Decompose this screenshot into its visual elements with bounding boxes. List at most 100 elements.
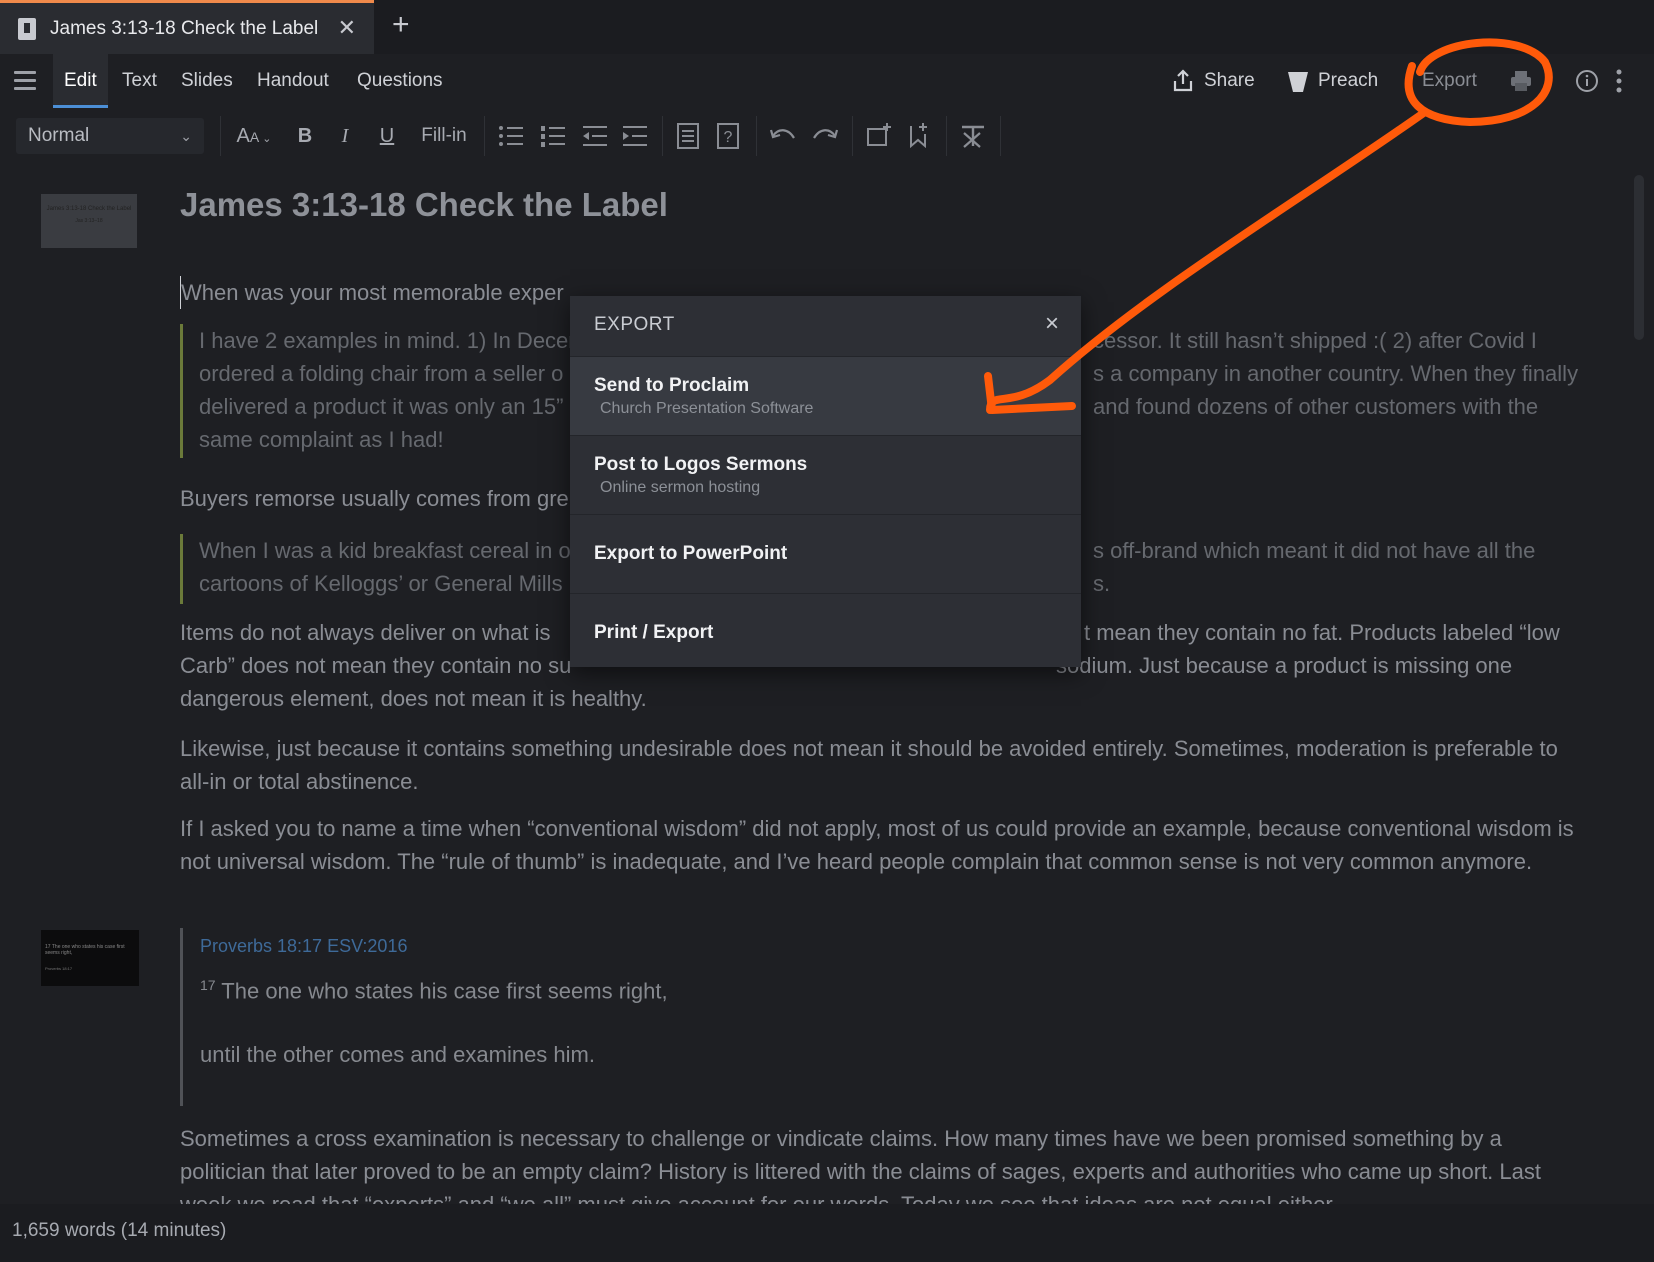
paragraph-text: dangerous element, does not mean it is h… [180,686,647,711]
divider [1000,116,1001,156]
view-bar: Edit Text Slides Handout Questions Share… [0,54,1654,108]
export-dialog: EXPORT × Send to Proclaim Church Present… [570,296,1081,667]
verse-number: 17 [200,977,216,993]
close-icon[interactable]: ✕ [338,15,356,41]
document-icon [18,17,36,40]
outdent-icon[interactable] [582,124,608,148]
paragraph: Likewise, just because it contains somet… [180,736,1558,794]
numbered-list-icon[interactable] [540,124,566,148]
svg-text:?: ? [724,129,733,146]
divider [220,116,221,156]
quote-text: delivered a product it was only an 15” [199,394,564,419]
share-button[interactable]: Share [1172,54,1255,108]
scripture-block: Proverbs 18:17 ESV:2016 17 The one who s… [180,928,780,1106]
bookmark-add-icon[interactable] [908,122,930,148]
thumbnail-subtitle: Jas 3:13–18 [75,218,103,224]
quote-text: When I was a kid breakfast cereal in o [199,538,571,563]
divider [852,116,853,156]
plus-icon[interactable]: + [392,8,410,42]
send-to-proclaim-option[interactable]: Send to Proclaim Church Presentation Sof… [570,356,1081,435]
paragraph-text: Buyers remorse usually comes from gre [180,486,569,511]
verse-line: until the other comes and examines him. [200,1042,595,1068]
status-bar: 1,659 words (14 minutes) [0,1204,1654,1262]
print-export-option[interactable]: Print / Export [570,593,1081,672]
tab-slides[interactable]: Slides [181,54,233,108]
tab-edit[interactable]: Edit [53,54,108,108]
scripture-reference-link[interactable]: Proverbs 18:17 ESV:2016 [200,936,780,957]
indent-icon[interactable] [622,124,648,148]
divider [484,116,485,156]
dialog-title: EXPORT [594,314,675,335]
option-subtitle: Online sermon hosting [600,479,761,496]
paragraph-style-value: Normal [28,125,90,146]
preach-label: Preach [1318,70,1379,91]
word-count: 1,659 words (14 minutes) [12,1220,227,1241]
italic-icon[interactable]: I [330,118,360,154]
undo-icon[interactable] [770,126,796,146]
tab-title: James 3:13-18 Check the Label [50,17,319,39]
option-label: Export to PowerPoint [594,543,788,564]
post-to-logos-sermons-option[interactable]: Post to Logos Sermons Online sermon host… [570,435,1081,514]
quote-text: s a company in another country. When the… [1093,361,1579,386]
export-to-powerpoint-option[interactable]: Export to PowerPoint [570,514,1081,593]
verse-text: The one who states his case first seems … [215,978,668,1004]
export-button[interactable]: Export [1422,54,1477,108]
add-slide-icon[interactable] [866,122,892,148]
underline-icon[interactable]: U [372,118,402,154]
bullet-list-icon[interactable] [498,124,524,148]
share-label: Share [1204,70,1255,91]
thumbnail-ref: Proverbs 18:17 [45,966,73,971]
paragraph-text: sodium. Just because a product is missin… [1056,653,1513,678]
pulpit-icon [1288,72,1308,92]
preach-button[interactable]: Preach [1288,54,1378,108]
paragraph-text: When was your most memorable exper [181,280,564,305]
paragraph-text: Items do not always deliver on what is [180,620,551,645]
printer-icon[interactable] [1510,70,1532,92]
dialog-header: EXPORT × [570,296,1081,356]
quote-text: ordered a folding chair from a seller o [199,361,564,386]
option-label: Send to Proclaim [594,375,750,396]
quote-text: cessor. It still hasn’t shipped :( 2) af… [1093,328,1537,353]
scrollbar[interactable] [1634,175,1644,340]
share-icon [1173,69,1193,92]
paragraph-text: t mean they contain no fat. Products lab… [1084,620,1560,645]
chevron-down-icon: ⌄ [180,128,192,144]
chevron-down-icon: ⌄ [259,133,272,145]
paragraph: If I asked you to name a time when “conv… [180,816,1574,874]
thumbnail-title: James 3:13-18 Check the Label [46,206,132,212]
question-block-icon[interactable]: ? [716,122,740,150]
tab-text[interactable]: Text [122,54,157,108]
fill-in-button[interactable]: Fill-in [416,118,472,154]
paragraph: Sometimes a cross examination is necessa… [180,1126,1541,1204]
more-vertical-icon[interactable] [1615,69,1623,93]
title-slide-thumbnail[interactable]: James 3:13-18 Check the Label Jas 3:13–1… [41,194,137,248]
font-size-button[interactable]: AA ⌄ [232,118,276,154]
redo-icon[interactable] [812,126,838,146]
paragraph-style-select[interactable]: Normal ⌄ [16,118,204,154]
option-label: Print / Export [594,622,714,643]
thumbnail-text: 17 The one who states his case first see… [45,944,125,956]
font-size-icon: AA [236,125,260,147]
tab-bar: James 3:13-18 Check the Label ✕ + [0,0,1654,54]
export-label: Export [1422,70,1477,91]
close-icon[interactable]: × [1045,310,1059,338]
scripture-slide-thumbnail[interactable]: 17 The one who states his case first see… [41,930,139,986]
paragraph-text: Carb” does not mean they contain no su [180,653,572,678]
tab-questions[interactable]: Questions [357,54,443,108]
quote-text: cartoons of Kelloggs’ or General Mills [199,571,563,596]
quote-text: s off-brand which meant it did not have … [1093,538,1536,563]
quote-text: and found dozens of other customers with… [1093,394,1539,419]
info-icon[interactable] [1575,69,1599,93]
document-title: James 3:13-18 Check the Label [180,186,668,223]
clear-formatting-icon[interactable] [960,124,986,148]
hamburger-menu-icon[interactable] [14,71,36,90]
format-toolbar: Normal ⌄ AA ⌄ B I U Fill-in ? [0,108,1654,164]
tab-handout[interactable]: Handout [257,54,329,108]
divider [662,116,663,156]
bold-icon[interactable]: B [290,118,320,154]
quote-text: I have 2 examples in mind. 1) In Decer [199,328,576,353]
note-block-icon[interactable] [676,122,700,150]
verse-line: 17 The one who states his case first see… [200,977,780,1004]
document-tab[interactable]: James 3:13-18 Check the Label ✕ [0,0,374,54]
divider [756,116,757,156]
